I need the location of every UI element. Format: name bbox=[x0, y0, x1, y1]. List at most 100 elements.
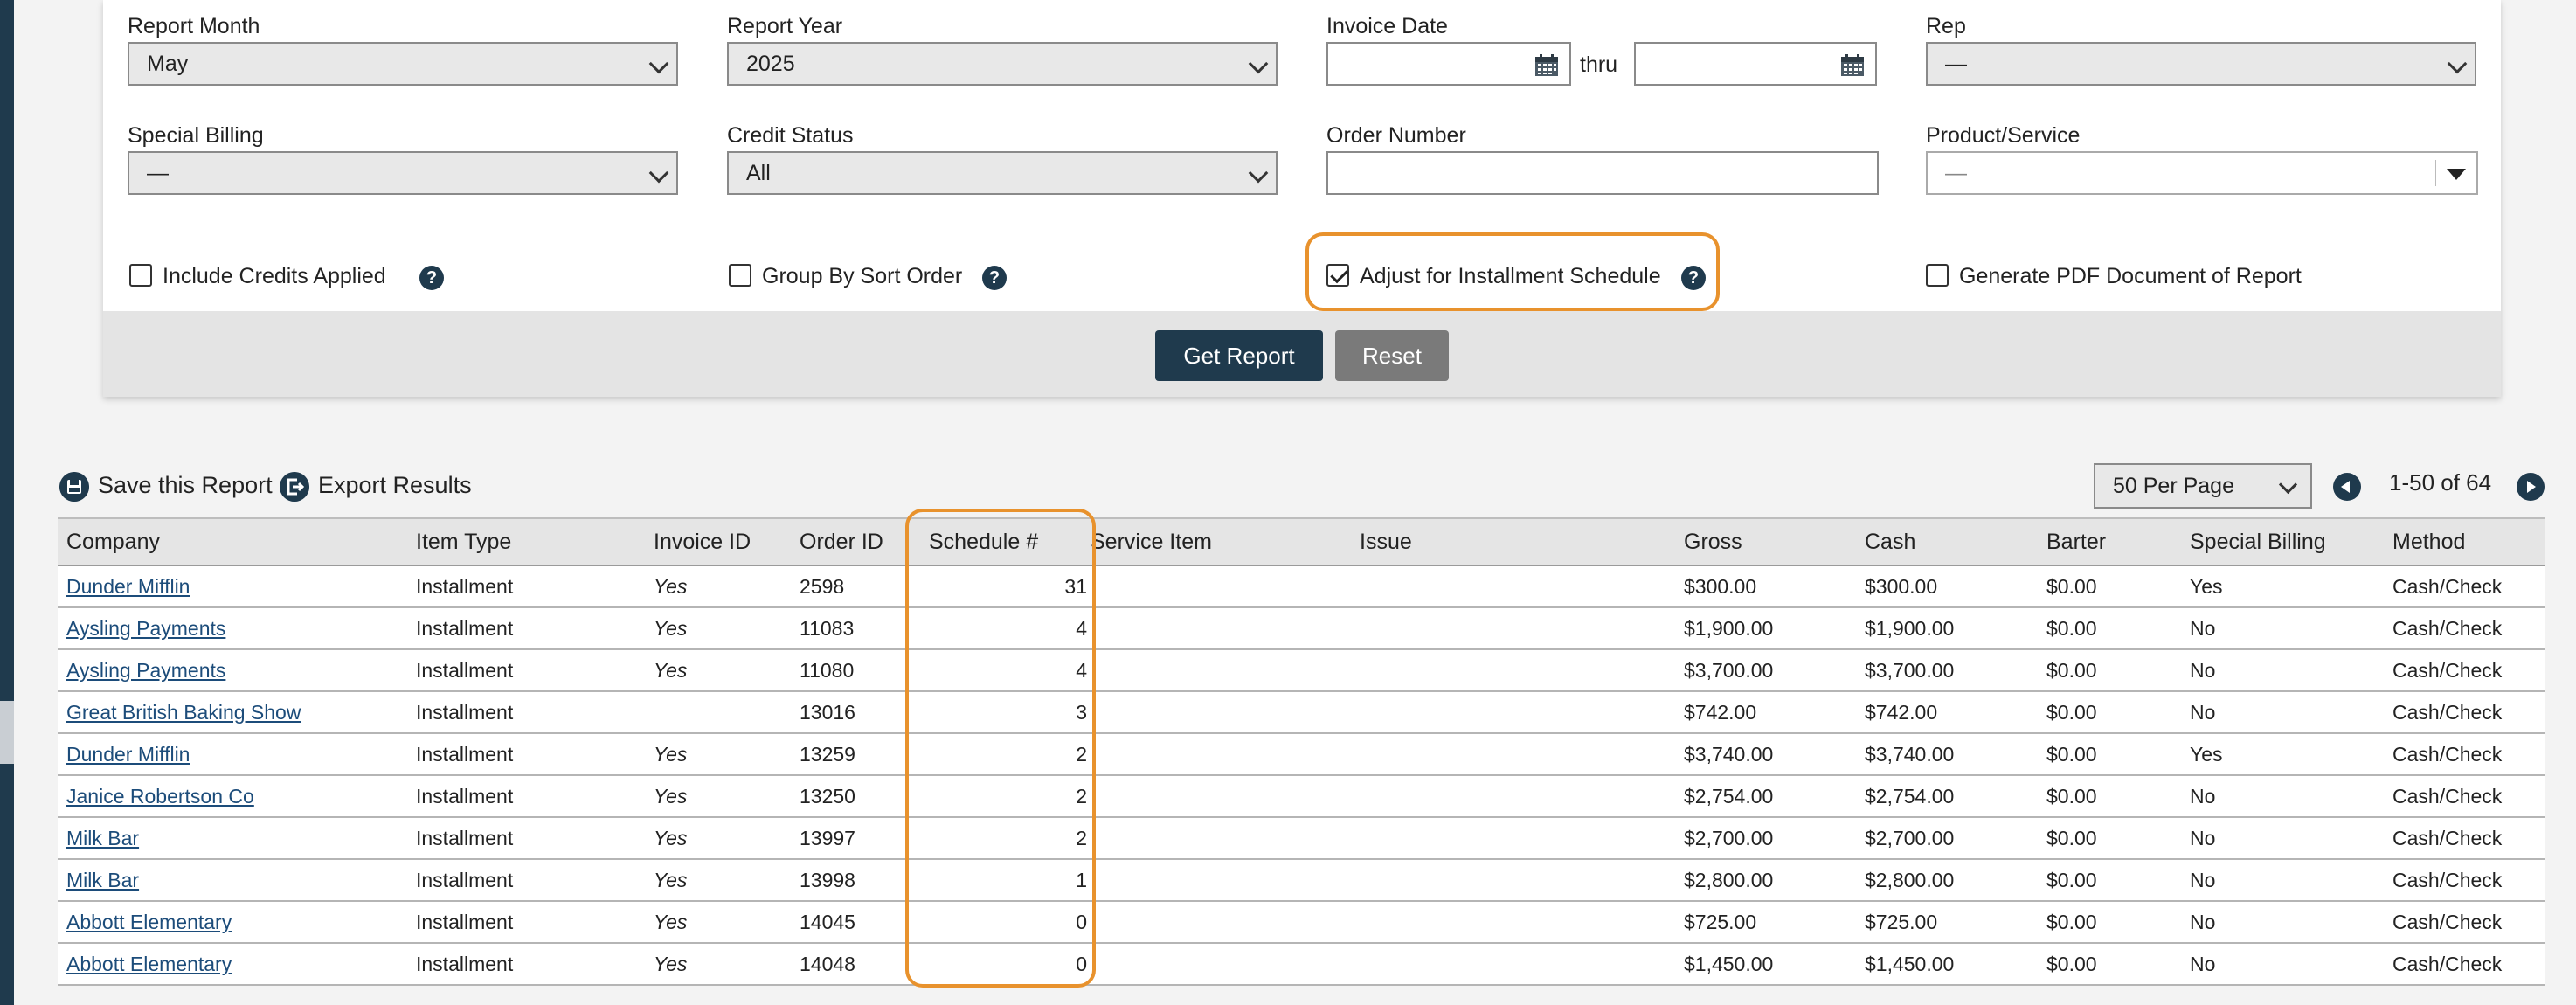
save-icon bbox=[59, 472, 89, 502]
order-id-cell: 11083 bbox=[800, 617, 855, 640]
report-month-value: May bbox=[147, 52, 189, 76]
special-billing-value: — bbox=[147, 161, 169, 185]
col-method[interactable]: Method bbox=[2392, 530, 2465, 555]
rep-label: Rep bbox=[1926, 14, 1966, 38]
col-gross[interactable]: Gross bbox=[1684, 530, 1742, 555]
order-id-cell: 2598 bbox=[800, 575, 845, 598]
schedule-cell: 2 bbox=[1076, 785, 1087, 807]
sidebar-tab[interactable] bbox=[0, 701, 14, 764]
thru-label: thru bbox=[1580, 52, 1618, 77]
order-number-input[interactable] bbox=[1326, 151, 1879, 195]
item-type-cell: Installment bbox=[416, 617, 514, 640]
col-issue[interactable]: Issue bbox=[1360, 530, 1412, 555]
get-report-button[interactable]: Get Report bbox=[1155, 330, 1323, 381]
select-divider bbox=[2435, 160, 2436, 186]
invoice-id-cell: Yes bbox=[654, 911, 688, 933]
col-order-id[interactable]: Order ID bbox=[800, 530, 883, 555]
save-report-link[interactable]: Save this Report bbox=[59, 470, 278, 505]
order-id-cell: 14045 bbox=[800, 911, 855, 933]
gross-cell: $300.00 bbox=[1684, 575, 1757, 598]
company-link[interactable]: Aysling Payments bbox=[66, 617, 225, 641]
help-icon[interactable]: ? bbox=[419, 266, 444, 290]
company-link[interactable]: Great British Baking Show bbox=[66, 701, 301, 724]
barter-cell: $0.00 bbox=[2046, 953, 2097, 975]
special-billing-cell: No bbox=[2190, 911, 2216, 933]
col-company[interactable]: Company bbox=[66, 530, 160, 555]
company-link[interactable]: Milk Bar bbox=[66, 827, 139, 850]
order-id-cell: 13016 bbox=[800, 701, 855, 724]
cash-cell: $3,700.00 bbox=[1865, 659, 1955, 682]
per-page-value: 50 Per Page bbox=[2113, 474, 2234, 498]
invoice-date-to-input[interactable] bbox=[1634, 42, 1877, 86]
company-link[interactable]: Janice Robertson Co bbox=[66, 785, 254, 808]
col-special-billing[interactable]: Special Billing bbox=[2190, 530, 2326, 555]
company-link[interactable]: Dunder Mifflin bbox=[66, 743, 190, 766]
credit-status-label: Credit Status bbox=[727, 123, 854, 148]
rep-select[interactable]: — bbox=[1926, 42, 2476, 86]
schedule-cell: 1 bbox=[1076, 869, 1087, 891]
chevron-down-icon bbox=[2447, 53, 2468, 74]
product-service-value: — bbox=[1945, 161, 1967, 185]
export-results-link[interactable]: Export Results bbox=[280, 470, 481, 505]
col-cash[interactable]: Cash bbox=[1865, 530, 1915, 555]
order-id-cell: 14048 bbox=[800, 953, 855, 975]
help-icon[interactable]: ? bbox=[982, 266, 1007, 290]
generate-pdf-option[interactable]: Generate PDF Document of Report bbox=[1926, 262, 2328, 297]
order-id-cell: 13997 bbox=[800, 827, 855, 849]
gross-cell: $2,700.00 bbox=[1684, 827, 1774, 849]
invoice-date-from-input[interactable] bbox=[1326, 42, 1571, 86]
special-billing-cell: No bbox=[2190, 701, 2216, 724]
method-cell: Cash/Check bbox=[2392, 911, 2503, 933]
group-by-sort-option[interactable]: Group By Sort Order ? bbox=[729, 262, 1017, 297]
next-page-icon[interactable] bbox=[2517, 473, 2545, 501]
company-link[interactable]: Abbott Elementary bbox=[66, 911, 232, 934]
group-by-sort-checkbox[interactable] bbox=[729, 264, 751, 287]
chevron-down-icon bbox=[648, 163, 669, 184]
table-row: Abbott Elementary Installment Yes 14048 0 $1,… bbox=[58, 944, 2545, 986]
item-type-cell: Installment bbox=[416, 743, 514, 766]
report-month-select[interactable]: May bbox=[128, 42, 678, 86]
cash-cell: $2,700.00 bbox=[1865, 827, 1955, 849]
report-month-label: Report Month bbox=[128, 14, 260, 38]
gross-cell: $2,754.00 bbox=[1684, 785, 1774, 807]
col-service-item[interactable]: Service Item bbox=[1091, 530, 1212, 555]
credit-status-value: All bbox=[746, 161, 771, 185]
barter-cell: $0.00 bbox=[2046, 743, 2097, 766]
table-body: Dunder Mifflin Installment Yes 2598 31 $300.0… bbox=[58, 566, 2545, 986]
company-link[interactable]: Aysling Payments bbox=[66, 659, 225, 683]
special-billing-cell: Yes bbox=[2190, 743, 2223, 766]
method-cell: Cash/Check bbox=[2392, 743, 2503, 766]
method-cell: Cash/Check bbox=[2392, 617, 2503, 640]
product-service-select[interactable]: — bbox=[1926, 151, 2478, 195]
per-page-select[interactable]: 50 Per Page bbox=[2094, 463, 2312, 509]
generate-pdf-checkbox[interactable] bbox=[1926, 264, 1949, 287]
company-link[interactable]: Dunder Mifflin bbox=[66, 575, 190, 599]
special-billing-cell: Yes bbox=[2190, 575, 2223, 598]
gross-cell: $1,450.00 bbox=[1684, 953, 1774, 975]
report-year-select[interactable]: 2025 bbox=[727, 42, 1278, 86]
schedule-cell: 0 bbox=[1076, 911, 1087, 933]
col-barter[interactable]: Barter bbox=[2046, 530, 2106, 555]
gross-cell: $1,900.00 bbox=[1684, 617, 1774, 640]
include-credits-checkbox[interactable] bbox=[129, 264, 152, 287]
prev-page-icon[interactable] bbox=[2333, 473, 2361, 501]
company-link[interactable]: Milk Bar bbox=[66, 869, 139, 892]
chevron-down-icon bbox=[1248, 163, 1269, 184]
col-item-type[interactable]: Item Type bbox=[416, 530, 511, 555]
special-billing-cell: No bbox=[2190, 953, 2216, 975]
calendar-icon[interactable] bbox=[1840, 54, 1865, 77]
chevron-down-icon bbox=[1248, 53, 1269, 74]
special-billing-select[interactable]: — bbox=[128, 151, 678, 195]
credit-status-select[interactable]: All bbox=[727, 151, 1278, 195]
include-credits-option[interactable]: Include Credits Applied ? bbox=[129, 262, 444, 297]
special-billing-cell: No bbox=[2190, 827, 2216, 849]
company-link[interactable]: Abbott Elementary bbox=[66, 953, 232, 976]
reset-button[interactable]: Reset bbox=[1335, 330, 1449, 381]
report-year-label: Report Year bbox=[727, 14, 843, 38]
item-type-cell: Installment bbox=[416, 575, 514, 598]
calendar-icon[interactable] bbox=[1534, 54, 1559, 77]
product-service-label: Product/Service bbox=[1926, 123, 2081, 148]
col-invoice-id[interactable]: Invoice ID bbox=[654, 530, 751, 555]
schedule-cell: 4 bbox=[1076, 617, 1087, 640]
col-schedule[interactable]: Schedule # bbox=[929, 530, 1038, 555]
